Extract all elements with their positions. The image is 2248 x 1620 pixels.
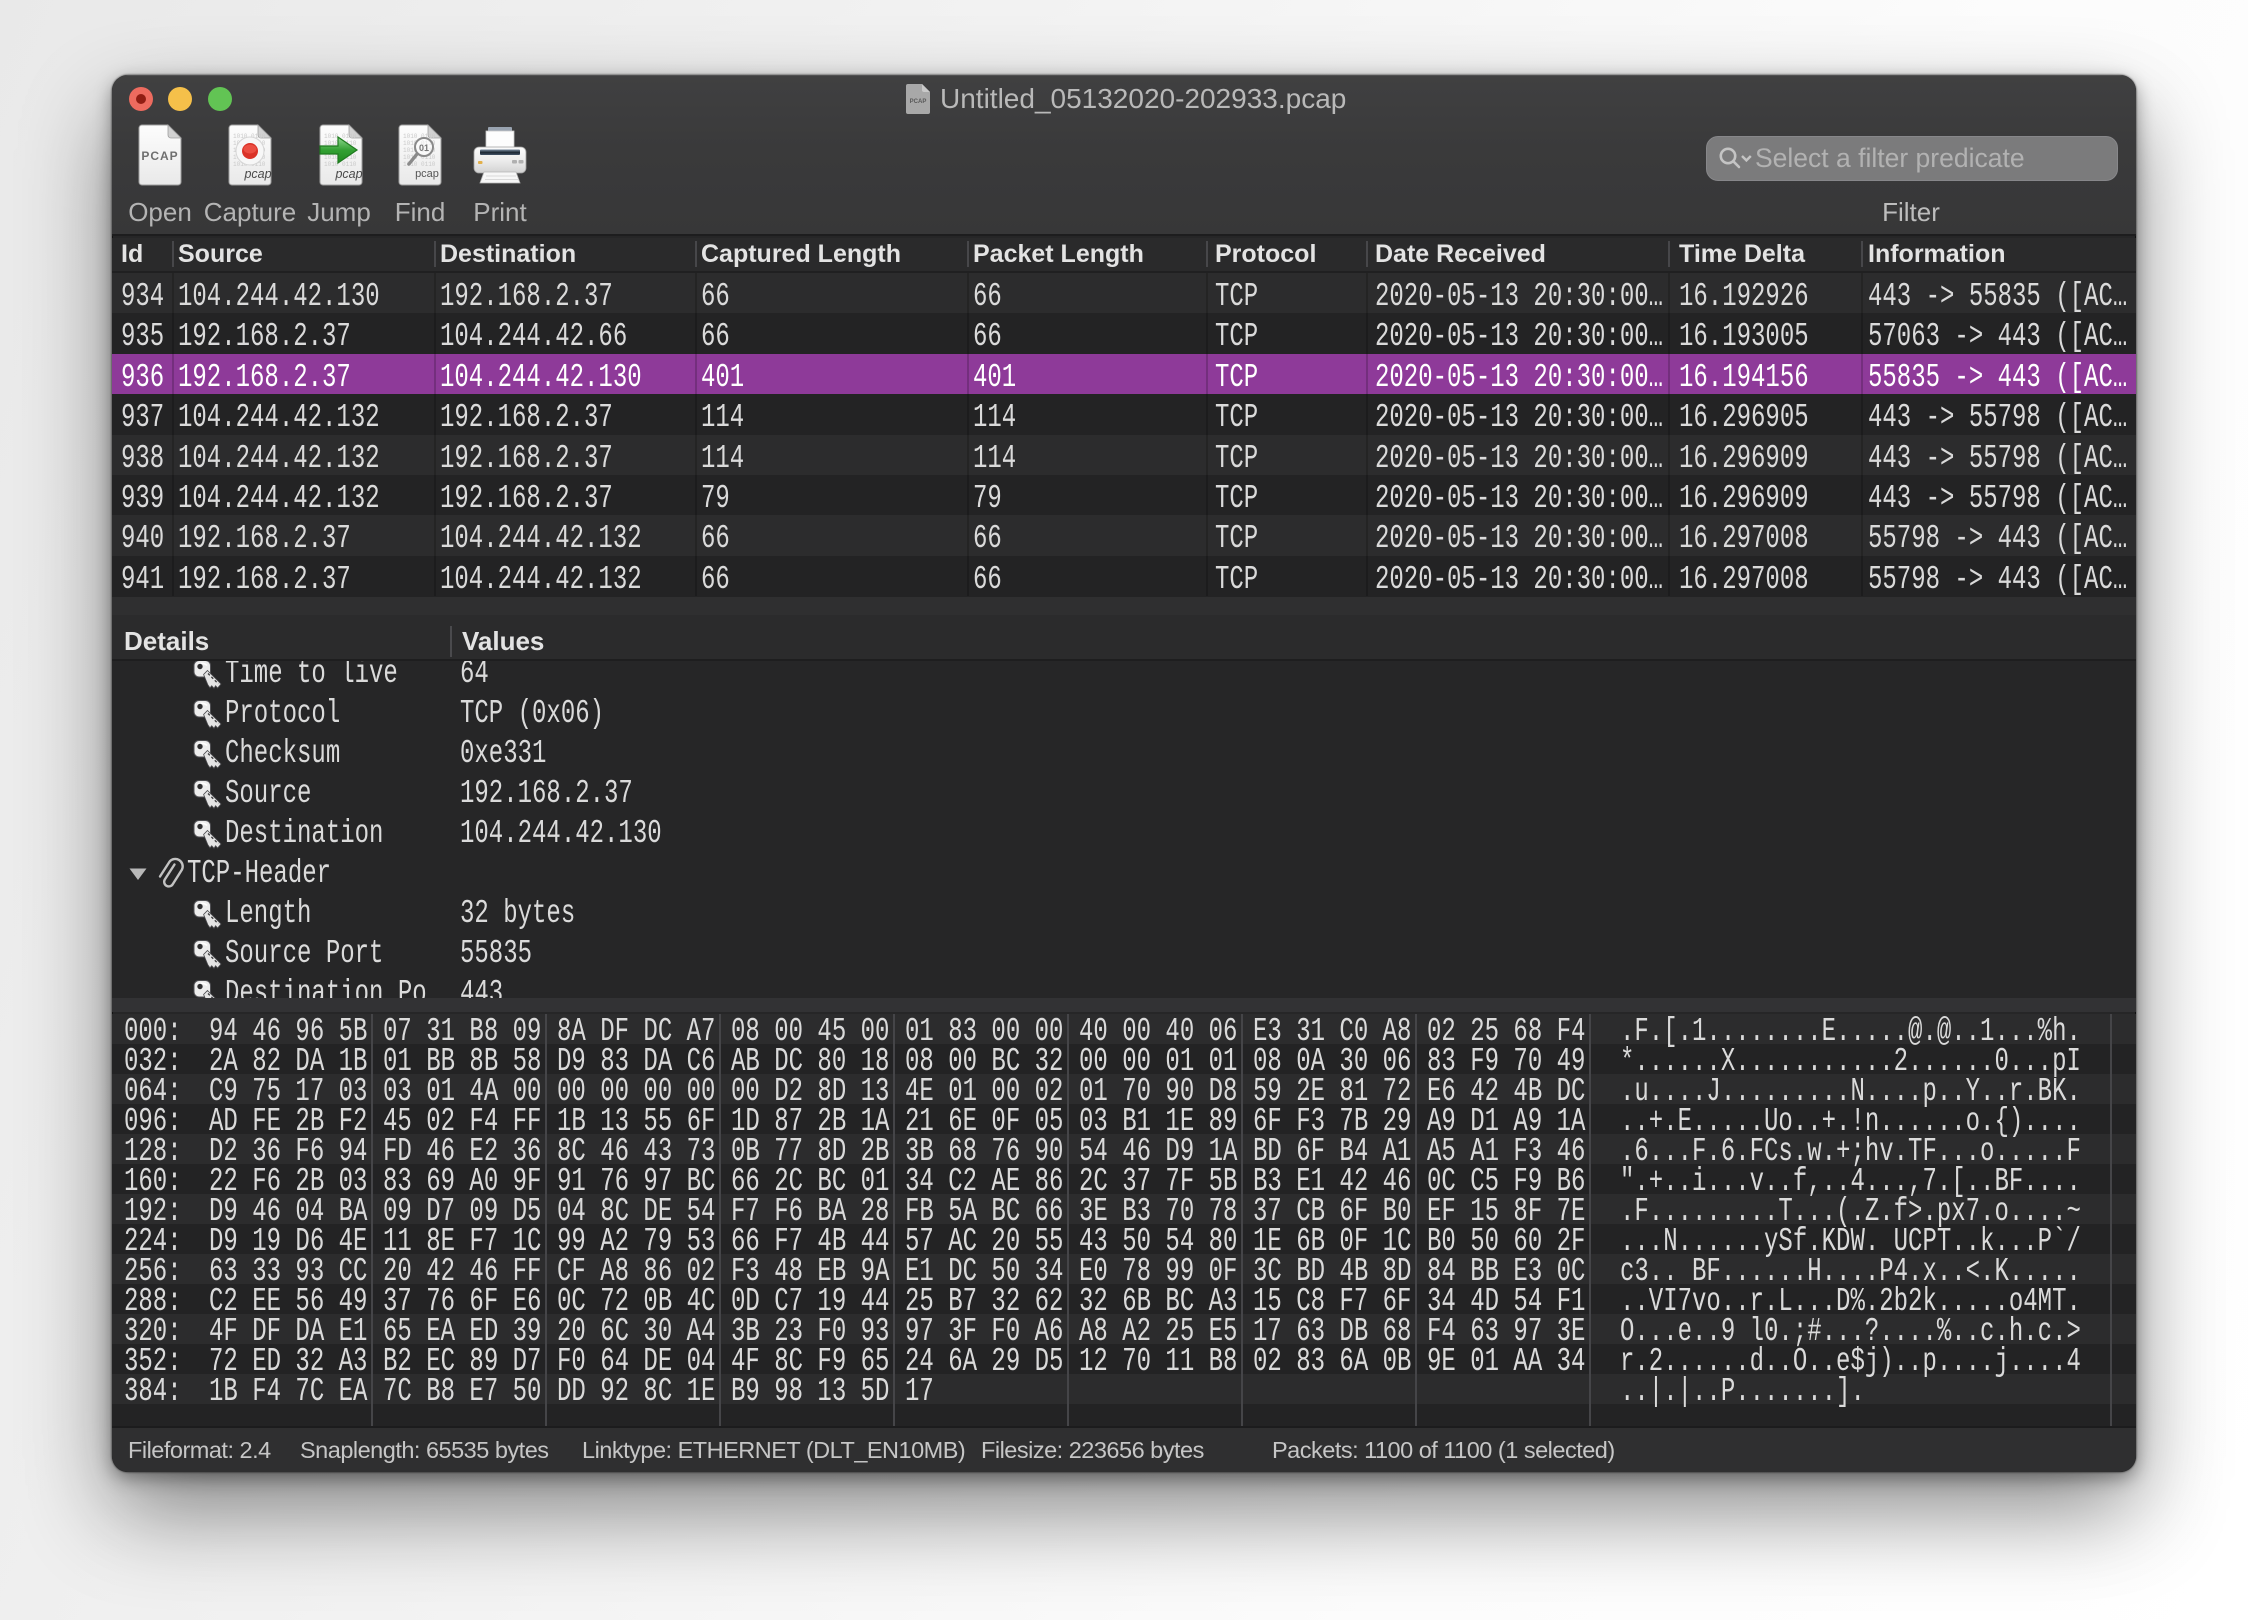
svg-text:pcap: pcap <box>243 167 271 181</box>
svg-text:PCAP: PCAP <box>141 149 178 163</box>
svg-text:01: 01 <box>419 143 429 153</box>
svg-text:pcap: pcap <box>334 167 362 181</box>
svg-text:pcap: pcap <box>415 168 439 180</box>
svg-text:PCAP: PCAP <box>910 99 927 105</box>
